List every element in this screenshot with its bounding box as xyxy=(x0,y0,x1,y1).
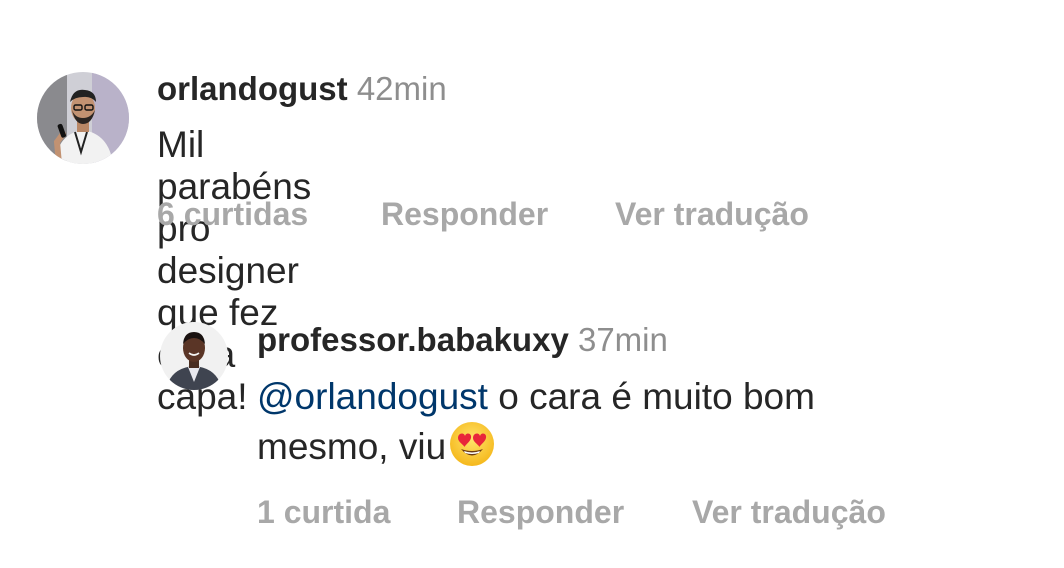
comment-text: @orlandogust o cara é muito bom mesmo, v… xyxy=(257,373,1017,470)
avatar-photo-icon xyxy=(37,72,129,164)
likes-count[interactable]: 1 curtida xyxy=(257,494,457,531)
username[interactable]: professor.babakuxy xyxy=(257,321,569,358)
comment-header: professor.babakuxy 37min xyxy=(257,321,668,359)
comment-text-line: mesmo, viu xyxy=(257,426,447,467)
comment-actions: 6 curtidas Responder Ver tradução xyxy=(157,196,809,233)
timestamp: 42min xyxy=(356,70,447,107)
mention-link[interactable]: @orlandogust xyxy=(257,376,488,417)
reply-button[interactable]: Responder xyxy=(381,196,615,233)
avatar[interactable] xyxy=(37,72,129,164)
translate-button[interactable]: Ver tradução xyxy=(692,494,886,531)
avatar-photo-icon xyxy=(160,322,228,390)
timestamp: 37min xyxy=(577,321,668,358)
username[interactable]: orlandogust xyxy=(157,70,348,107)
heart-eyes-emoji-icon xyxy=(448,420,496,468)
likes-count[interactable]: 6 curtidas xyxy=(157,196,381,233)
translate-button[interactable]: Ver tradução xyxy=(615,196,809,233)
comment-text-line: o cara é muito bom xyxy=(498,376,815,417)
comment-actions: 1 curtida Responder Ver tradução xyxy=(257,494,886,531)
reply-button[interactable]: Responder xyxy=(457,494,692,531)
comment-header: orlandogust 42min xyxy=(157,70,447,108)
avatar[interactable] xyxy=(160,322,228,390)
